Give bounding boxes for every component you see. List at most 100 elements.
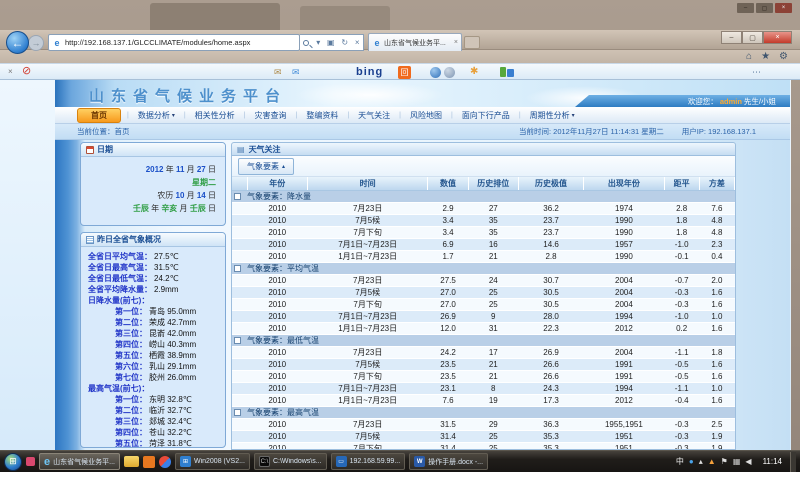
table-row[interactable]: 20107月下旬3.43523.719901.84.8 bbox=[232, 226, 735, 238]
table-row[interactable]: 20107月23日31.52936.31955,1951-0.32.5 bbox=[232, 418, 735, 430]
maximize-icon[interactable]: ▢ bbox=[756, 3, 773, 13]
table-row[interactable]: 20107月23日24.21726.92004-1.11.8 bbox=[232, 346, 735, 358]
tray-icon-6[interactable]: ◀ bbox=[745, 457, 751, 466]
bing-logo[interactable]: bing bbox=[356, 66, 383, 78]
send-mail-icon[interactable]: ✉ bbox=[292, 67, 300, 78]
nav-item-4[interactable]: 整编资料 bbox=[297, 109, 347, 122]
nav-item-7[interactable]: 面向下行产品 bbox=[453, 109, 519, 122]
block-icon[interactable]: ⊘ bbox=[22, 66, 31, 77]
column-header[interactable]: 年份 bbox=[247, 177, 307, 190]
column-header[interactable]: 方差 bbox=[699, 177, 734, 190]
table-row[interactable]: 20107月5候3.43523.719901.84.8 bbox=[232, 214, 735, 226]
collapse-icon[interactable] bbox=[234, 337, 241, 344]
more-icon[interactable]: ⋯ bbox=[752, 67, 762, 78]
addon-puzzle-icon[interactable] bbox=[500, 67, 506, 77]
tray-icon-5[interactable]: ▦ bbox=[733, 457, 741, 466]
table-cell: 2010 bbox=[247, 310, 307, 322]
close-addon-icon[interactable]: × bbox=[8, 67, 13, 76]
addon-spark-icon[interactable]: ✱ bbox=[470, 66, 478, 77]
addon-orange-icon[interactable]: 回 bbox=[398, 66, 411, 79]
tray-icon-3[interactable]: ▲ bbox=[708, 457, 716, 466]
table-row[interactable]: 20107月1日~7月23日6.91614.61957-1.02.3 bbox=[232, 238, 735, 250]
table-row[interactable]: 20107月23日27.52430.72004-0.72.0 bbox=[232, 274, 735, 286]
start-button[interactable]: ⊞ bbox=[4, 453, 22, 471]
nav-item-8[interactable]: 周期性分析▾ bbox=[521, 109, 584, 122]
nav-item-1[interactable]: 数据分析▾ bbox=[129, 109, 184, 122]
table-row[interactable]: 20107月1日~7月23日23.1824.31994-1.11.0 bbox=[232, 382, 735, 394]
table-row[interactable]: 20107月下旬23.52126.61991-0.51.6 bbox=[232, 370, 735, 382]
close-icon[interactable]: × bbox=[763, 31, 792, 44]
table-row[interactable]: 20107月23日2.92736.219742.87.6 bbox=[232, 202, 735, 214]
table-cell: 2.8 bbox=[518, 250, 583, 262]
nav-item-3[interactable]: 灾害查询 bbox=[246, 109, 296, 122]
pin-orange-icon[interactable] bbox=[143, 456, 155, 468]
compatibility-view-icon[interactable]: ▣ bbox=[327, 38, 335, 47]
tab-close-icon[interactable]: × bbox=[454, 39, 458, 46]
favorites-star-icon[interactable]: ★ bbox=[761, 51, 770, 62]
table-row[interactable]: 20107月下旬31.42535.31951-0.31.9 bbox=[232, 442, 735, 450]
addon-blue-icon[interactable] bbox=[430, 67, 441, 78]
mail-icon[interactable]: ✉ bbox=[274, 67, 282, 78]
minimize-icon[interactable]: – bbox=[721, 31, 742, 44]
nav-item-2[interactable]: 相关性分析 bbox=[186, 109, 244, 122]
task-button-ie[interactable]: e山东省气候业务平... bbox=[39, 453, 120, 470]
task-button-word[interactable]: W操作手册.docx -... bbox=[409, 453, 488, 470]
table-row[interactable]: 20107月5候31.42535.31951-0.31.9 bbox=[232, 430, 735, 442]
table-row[interactable]: 20101月1日~7月23日1.7212.81990-0.10.4 bbox=[232, 250, 735, 262]
column-header[interactable]: 出现年份 bbox=[584, 177, 664, 190]
refresh-icon[interactable]: ↻ bbox=[341, 38, 348, 47]
group-row[interactable]: 气象要素：平均气温 bbox=[232, 262, 735, 274]
tray-icon-2[interactable]: ▴ bbox=[699, 457, 703, 466]
collapse-icon[interactable] bbox=[234, 265, 241, 272]
column-header[interactable]: 历史极值 bbox=[518, 177, 583, 190]
table-row[interactable]: 20107月5候23.52126.61991-0.51.6 bbox=[232, 358, 735, 370]
minimize-icon[interactable]: – bbox=[737, 3, 754, 13]
tray-icon-4[interactable]: ⚑ bbox=[721, 457, 728, 466]
task-button-cmd[interactable]: C:\C:\Windows\s... bbox=[254, 453, 327, 470]
clock[interactable]: 11:14 bbox=[763, 457, 782, 466]
column-header[interactable]: 历史排位 bbox=[468, 177, 518, 190]
nav-item-5[interactable]: 天气关注 bbox=[349, 109, 399, 122]
pin-folder-icon[interactable] bbox=[124, 456, 139, 467]
table-row[interactable]: 20107月下旬27.02530.52004-0.31.6 bbox=[232, 298, 735, 310]
browser-tab[interactable]: e 山东省气候业务平... × bbox=[368, 33, 462, 51]
tray-icon-1[interactable]: ● bbox=[689, 457, 694, 466]
tray-icon-0[interactable]: 中 bbox=[676, 456, 684, 467]
nav-item-6[interactable]: 风险地图 bbox=[401, 109, 451, 122]
search-icon[interactable] bbox=[303, 40, 309, 46]
task-button-rdp[interactable]: ▭192.168.59.99... bbox=[331, 453, 406, 470]
collapse-icon[interactable] bbox=[234, 193, 241, 200]
home-icon[interactable]: ⌂ bbox=[746, 51, 752, 62]
close-icon[interactable]: × bbox=[775, 3, 792, 13]
table-cell: 2004 bbox=[584, 274, 664, 286]
column-header[interactable]: 距平 bbox=[664, 177, 699, 190]
gear-icon[interactable]: ⚙ bbox=[779, 51, 788, 62]
new-tab-button[interactable] bbox=[464, 36, 480, 49]
group-row[interactable]: 气象要素：最高气温 bbox=[232, 406, 735, 418]
table-row[interactable]: 20101月1日~7月23日7.61917.32012-0.41.6 bbox=[232, 394, 735, 406]
table-row[interactable]: 20101月1日~7月23日12.03122.320120.21.6 bbox=[232, 322, 735, 334]
column-header[interactable]: 时间 bbox=[307, 177, 428, 190]
column-header[interactable]: 数值 bbox=[428, 177, 468, 190]
addon-puzzle-icon2[interactable] bbox=[507, 69, 514, 77]
forward-button[interactable]: → bbox=[28, 35, 44, 51]
addon-gray-icon[interactable] bbox=[444, 67, 455, 78]
address-bar[interactable]: e http://192.168.137.1/GLCCLIMATE/module… bbox=[48, 34, 300, 51]
group-row[interactable]: 气象要素：降水量 bbox=[232, 190, 735, 202]
collapse-icon[interactable] bbox=[234, 409, 241, 416]
table-row[interactable]: 20107月5候27.02530.52004-0.31.6 bbox=[232, 286, 735, 298]
back-button[interactable]: ← bbox=[6, 31, 29, 54]
nav-item-0[interactable]: 首页 bbox=[77, 108, 121, 123]
maximize-icon[interactable]: ▢ bbox=[742, 31, 763, 44]
stop-icon[interactable]: × bbox=[355, 38, 360, 47]
task-button-win[interactable]: ⊞Win2008 (VS2... bbox=[175, 453, 250, 470]
table-row[interactable]: 20107月1日~7月23日26.9928.01994-1.01.0 bbox=[232, 310, 735, 322]
group-row[interactable]: 气象要素：最低气温 bbox=[232, 334, 735, 346]
table-cell: 4.8 bbox=[699, 226, 734, 238]
pin-media-icon[interactable] bbox=[159, 456, 171, 468]
word-icon: W bbox=[414, 456, 425, 467]
show-desktop-button[interactable] bbox=[790, 452, 796, 472]
pin-pink-icon[interactable] bbox=[26, 457, 35, 466]
chevron-down-icon[interactable]: ▾ bbox=[316, 38, 320, 47]
element-dropdown-button[interactable]: 气象要素 ▴ bbox=[238, 158, 294, 175]
